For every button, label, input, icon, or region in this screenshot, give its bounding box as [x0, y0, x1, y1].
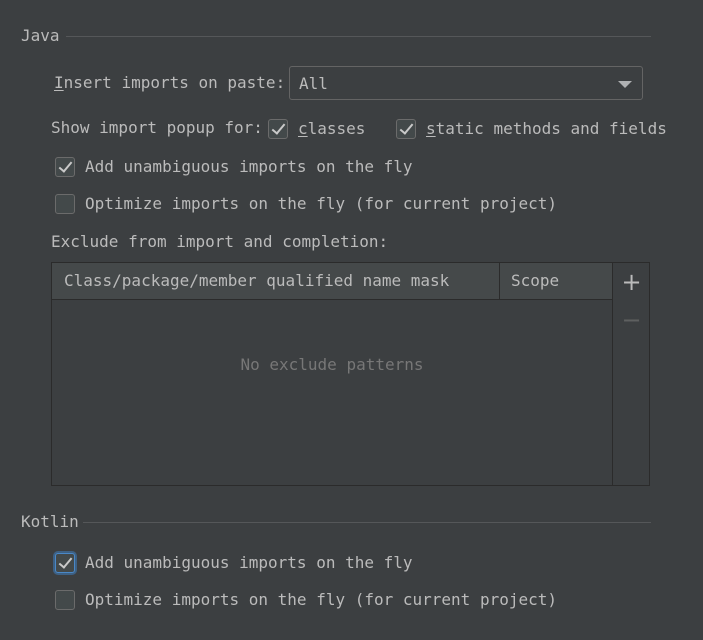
- classes-label-rest: lasses: [307, 119, 366, 138]
- exclude-table-area[interactable]: Class/package/member qualified name mask…: [52, 263, 613, 485]
- kotlin-section-title: Kotlin: [21, 512, 79, 531]
- classes-label[interactable]: classes: [298, 119, 365, 139]
- kotlin-add-unambiguous-checkbox[interactable]: [55, 553, 75, 573]
- exclude-table-header: Class/package/member qualified name mask…: [52, 263, 612, 300]
- show-import-popup-label: Show import popup for:: [51, 118, 263, 137]
- minus-icon[interactable]: −: [614, 305, 649, 335]
- plus-icon[interactable]: +: [614, 267, 649, 297]
- static-methods-mnemonic: s: [426, 119, 436, 138]
- column-divider[interactable]: [499, 263, 500, 299]
- static-methods-checkbox[interactable]: [396, 119, 416, 139]
- java-add-unambiguous-checkbox[interactable]: [55, 157, 75, 177]
- empty-table-text: No exclude patterns: [240, 355, 424, 374]
- static-methods-label[interactable]: static methods and fields: [426, 119, 667, 139]
- kotlin-optimize-imports-checkbox[interactable]: [55, 590, 75, 610]
- classes-checkbox[interactable]: [268, 119, 288, 139]
- column-header-scope[interactable]: Scope: [511, 263, 559, 299]
- java-section-title: Java: [21, 26, 60, 45]
- classes-mnemonic: c: [298, 119, 308, 138]
- insert-imports-dropdown[interactable]: All: [289, 66, 643, 100]
- java-optimize-imports-label[interactable]: Optimize imports on the fly (for current…: [85, 194, 557, 214]
- java-optimize-imports-checkbox[interactable]: [55, 194, 75, 214]
- exclude-label: Exclude from import and completion:: [51, 232, 389, 251]
- java-section-separator: [66, 36, 651, 37]
- kotlin-add-unambiguous-label[interactable]: Add unambiguous imports on the fly: [85, 553, 413, 573]
- insert-imports-mnemonic: I: [54, 73, 64, 92]
- insert-imports-label-rest: nsert imports on paste:: [63, 73, 286, 92]
- insert-imports-label: Insert imports on paste:: [54, 73, 285, 93]
- kotlin-section-separator: [83, 522, 651, 523]
- insert-imports-selected-value: All: [299, 74, 328, 93]
- kotlin-optimize-imports-label[interactable]: Optimize imports on the fly (for current…: [85, 590, 557, 610]
- exclude-patterns-table: Class/package/member qualified name mask…: [51, 262, 650, 486]
- dropdown-arrow-icon: [618, 81, 632, 88]
- java-add-unambiguous-label[interactable]: Add unambiguous imports on the fly: [85, 157, 413, 177]
- column-header-name-mask[interactable]: Class/package/member qualified name mask: [64, 263, 449, 299]
- static-methods-label-rest: tatic methods and fields: [435, 119, 667, 138]
